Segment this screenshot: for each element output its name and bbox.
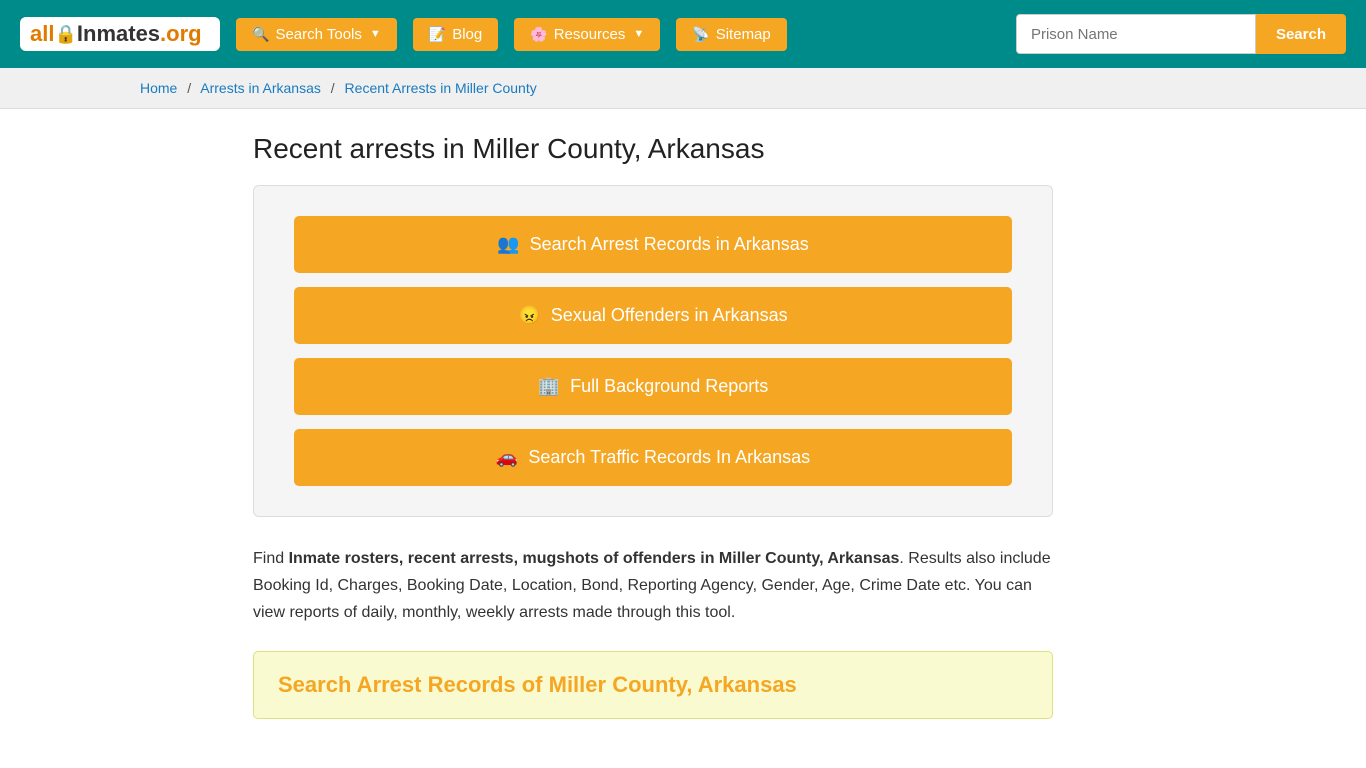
search-section-box: Search Arrest Records of Miller County, … — [253, 651, 1053, 719]
background-reports-button[interactable]: 🏢 Full Background Reports — [294, 358, 1012, 415]
blog-icon: 📝 — [429, 26, 446, 43]
traffic-records-label: Search Traffic Records In Arkansas — [528, 447, 810, 468]
blog-button[interactable]: 📝 Blog — [413, 18, 498, 51]
resources-button[interactable]: 🌸 Resources ▼ — [514, 18, 660, 51]
blog-label: Blog — [452, 26, 482, 43]
arrest-records-icon: 👥 — [497, 234, 519, 255]
search-section-title: Search Arrest Records of Miller County, … — [278, 672, 1028, 698]
resources-icon: 🌸 — [530, 26, 547, 43]
sitemap-label: Sitemap — [716, 26, 771, 43]
sexual-offenders-icon: 😠 — [518, 305, 540, 326]
traffic-records-button[interactable]: 🚗 Search Traffic Records In Arkansas — [294, 429, 1012, 486]
prison-name-input[interactable] — [1016, 14, 1256, 54]
logo-all: all — [30, 21, 54, 47]
header-search-wrapper: Search — [1016, 14, 1346, 54]
search-tools-label: Search Tools — [275, 26, 361, 43]
background-reports-label: Full Background Reports — [570, 376, 768, 397]
main-header: all🔒Inmates.org 🔍 Search Tools ▼ 📝 Blog … — [0, 0, 1366, 68]
search-tools-button[interactable]: 🔍 Search Tools ▼ — [236, 18, 397, 51]
background-reports-icon: 🏢 — [538, 376, 560, 397]
search-tools-arrow: ▼ — [370, 28, 381, 40]
sexual-offenders-button[interactable]: 😠 Sexual Offenders in Arkansas — [294, 287, 1012, 344]
page-title: Recent arrests in Miller County, Arkansa… — [253, 133, 1113, 165]
logo-org: .org — [160, 21, 202, 47]
action-box: 👥 Search Arrest Records in Arkansas 😠 Se… — [253, 185, 1053, 517]
logo-inmates: Inmates — [77, 21, 160, 47]
desc-part1: Find — [253, 550, 289, 567]
breadcrumb-current: Recent Arrests in Miller County — [345, 80, 537, 96]
resources-label: Resources — [554, 26, 626, 43]
sitemap-icon: 📡 — [692, 26, 709, 43]
traffic-records-icon: 🚗 — [496, 447, 518, 468]
header-search-button[interactable]: Search — [1256, 14, 1346, 54]
sitemap-button[interactable]: 📡 Sitemap — [676, 18, 786, 51]
arrest-records-label: Search Arrest Records in Arkansas — [530, 234, 809, 255]
logo-icon: 🔒 — [54, 24, 76, 45]
header-search-label: Search — [1276, 26, 1326, 43]
main-content: Recent arrests in Miller County, Arkansa… — [233, 109, 1133, 743]
breadcrumb-home[interactable]: Home — [140, 80, 177, 96]
breadcrumb-sep-1: / — [187, 80, 191, 96]
breadcrumb: Home / Arrests in Arkansas / Recent Arre… — [0, 68, 1366, 109]
resources-arrow: ▼ — [633, 28, 644, 40]
sexual-offenders-label: Sexual Offenders in Arkansas — [551, 305, 788, 326]
desc-bold: Inmate rosters, recent arrests, mugshots… — [289, 550, 900, 567]
description-text: Find Inmate rosters, recent arrests, mug… — [253, 545, 1053, 627]
search-tools-icon: 🔍 — [252, 26, 269, 43]
breadcrumb-sep-2: / — [331, 80, 335, 96]
site-logo[interactable]: all🔒Inmates.org — [20, 17, 220, 51]
arrest-records-button[interactable]: 👥 Search Arrest Records in Arkansas — [294, 216, 1012, 273]
breadcrumb-arrests-arkansas[interactable]: Arrests in Arkansas — [200, 80, 321, 96]
